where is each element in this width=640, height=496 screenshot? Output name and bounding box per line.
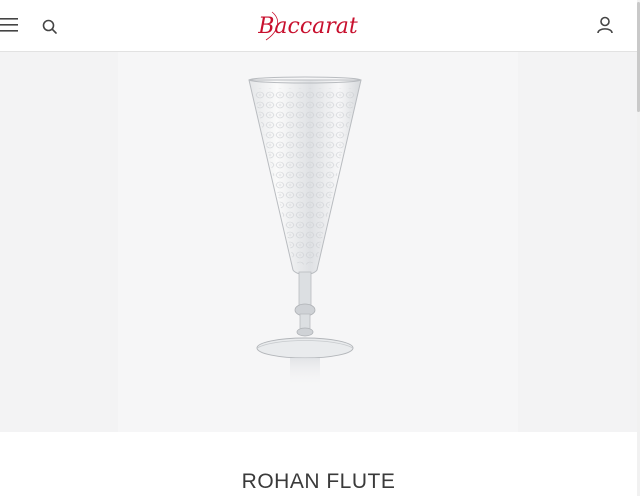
baccarat-logo: Baccarat [257, 11, 358, 41]
top-navigation-bar: Baccarat [0, 0, 640, 52]
hamburger-menu-icon [0, 18, 18, 32]
svg-text:Baccarat: Baccarat [258, 14, 358, 39]
product-image[interactable] [235, 70, 375, 390]
user-account-icon [597, 16, 613, 34]
brand-logo[interactable]: Baccarat [257, 6, 358, 46]
search-button[interactable] [41, 18, 59, 36]
menu-button[interactable] [0, 16, 20, 34]
search-icon [42, 19, 57, 34]
product-title: ROHAN FLUTE [241, 470, 396, 494]
account-button[interactable] [595, 15, 615, 35]
